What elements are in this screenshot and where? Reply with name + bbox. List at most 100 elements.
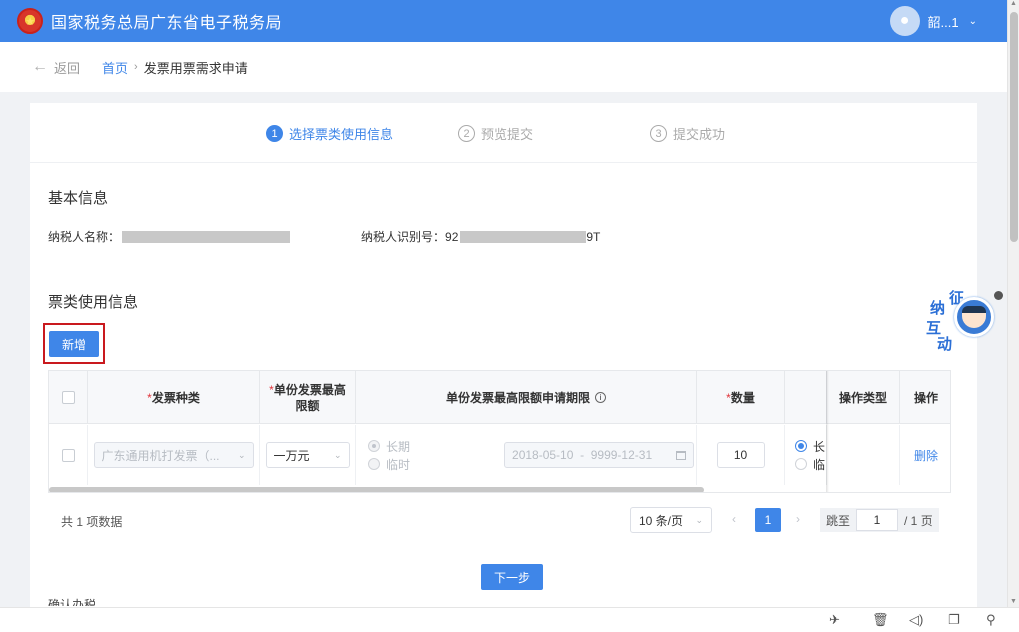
breadcrumb-current: 发票用票需求申请 (143, 60, 248, 76)
bottom-toolbar: ✈ 🗑 ◁) ❐ ⚲ (0, 607, 1019, 632)
period-temp-option[interactable]: 临时 (368, 455, 410, 473)
step-indicator: 1 选择票类使用信息 2 预览提交 3 提交成功 (30, 103, 977, 163)
qty-period-long-option[interactable]: 长 (795, 437, 825, 455)
max-amount-select[interactable]: 一万元 ⌄ (265, 442, 350, 468)
period-long-label: 长期 (386, 439, 411, 454)
main-card: 1 选择票类使用信息 2 预览提交 3 提交成功 基本信息 纳税人名称： 纳税人… (30, 103, 977, 608)
page-size-value: 10 条/页 (639, 513, 684, 528)
header-operation-label: 操作 (913, 390, 938, 405)
header-max-period: 单份发票最高限额申请期限 i (356, 371, 697, 424)
period-long-option[interactable]: 长期 (368, 437, 410, 455)
header-max-period-label: 单份发票最高限额申请期限 (445, 390, 590, 405)
arrow-left-icon: ← (32, 58, 48, 75)
page-size-select[interactable]: 10 条/页 ⌄ (630, 507, 712, 533)
invoice-type-select[interactable]: 广东通用机打发票（... ⌄ (93, 442, 254, 468)
header-max-amount-line2: 限额 (295, 398, 320, 413)
widget-close-icon[interactable] (994, 291, 1003, 300)
max-amount-cell: 一万元 ⌄ (260, 425, 356, 485)
calendar-icon (676, 450, 687, 460)
taxpayer-id-row: 纳税人识别号： 92 9T (361, 228, 600, 245)
select-all-checkbox[interactable] (61, 391, 75, 404)
qty-period-long-label: 长 (813, 439, 826, 454)
prev-page-icon[interactable]: ‹ (732, 512, 736, 526)
quantity-cell: 10 (697, 425, 785, 485)
date-range-value: 2018-05-10 - 9999-12-31 (512, 448, 653, 462)
radio-button[interactable] (795, 458, 807, 470)
redacted-taxpayer-name (122, 230, 291, 243)
rocket-icon[interactable]: ✈ (829, 612, 840, 628)
invoice-type-value: 广东通用机打发票（... (101, 448, 220, 463)
taxpayer-id-suffix: 9T (586, 229, 601, 244)
row-checkbox[interactable] (61, 448, 75, 462)
total-pages: / 1 页 (904, 513, 933, 528)
date-range-input[interactable]: 2018-05-10 - 9999-12-31 (504, 442, 695, 468)
add-button[interactable]: 新增 (49, 331, 99, 357)
user-name: 韶...1 (927, 14, 959, 30)
max-period-cell: 长期 临时 2018-05-10 - 9999-12-31 (356, 425, 697, 485)
window-icon[interactable]: ❐ (948, 612, 960, 628)
search-icon[interactable]: ⚲ (986, 612, 996, 628)
info-icon[interactable]: i (595, 392, 606, 403)
trash-icon[interactable]: 🗑 (872, 612, 889, 628)
speaker-icon[interactable]: ◁) (909, 612, 923, 628)
step-number: 1 (266, 125, 283, 142)
chevron-down-icon: ⌄ (333, 449, 342, 460)
qty-period-temp-option[interactable]: 临 (795, 455, 825, 473)
total-count: 共 1 项数据 (61, 515, 123, 529)
step-1: 1 选择票类使用信息 (266, 124, 393, 143)
taxpayer-id-prefix: 92 (445, 229, 459, 244)
service-widget[interactable]: 征 纳 互 动 (920, 287, 1003, 355)
radio-button[interactable] (368, 440, 380, 452)
next-step-button[interactable]: 下一步 (481, 564, 543, 590)
section-title-usage-info: 票类使用信息 (48, 294, 139, 311)
delete-link[interactable]: 删除 (914, 447, 938, 464)
header-invoice-type-label: 发票种类 (151, 390, 200, 405)
top-header: ★ 国家税务总局广东省电子税务局 ● 韶...1 ⌄ (0, 0, 1007, 42)
jump-page-input[interactable]: 1 (856, 509, 899, 531)
step-label: 提交成功 (673, 127, 726, 142)
back-label: 返回 (54, 60, 81, 76)
vertical-scrollbar[interactable]: ▲ ▼ (1007, 0, 1019, 607)
qty-period-radio-group: 长 临 (795, 437, 825, 473)
header-max-amount: *单份发票最高 限额 (260, 371, 356, 424)
invoice-table: *发票种类 *单份发票最高 限额 单份发票最高限额申请期限 i *数量 操作类型 … (48, 370, 951, 493)
quantity-input[interactable]: 10 (716, 442, 765, 468)
fixed-column-shadow (826, 371, 829, 492)
invoice-type-cell: 广东通用机打发票（... ⌄ (88, 425, 260, 485)
step-3: 3 提交成功 (650, 124, 725, 143)
page-1-button[interactable]: 1 (755, 508, 781, 532)
step-label: 预览提交 (481, 127, 534, 142)
radio-button[interactable] (368, 458, 380, 470)
row-select-cell (49, 425, 88, 485)
user-avatar-icon: ● (889, 6, 920, 36)
breadcrumb-home-link[interactable]: 首页 (102, 58, 128, 77)
chevron-down-icon: ⌄ (968, 15, 977, 27)
header-op-type-label: 操作类型 (838, 390, 887, 405)
step-number: 2 (458, 125, 475, 142)
scroll-up-icon[interactable]: ▲ (1010, 0, 1017, 7)
horizontal-scrollbar[interactable] (49, 487, 704, 492)
header-op-type: 操作类型 (827, 371, 900, 424)
qty-period-cell: 长 临 (785, 425, 827, 485)
header-invoice-type: *发票种类 (88, 371, 260, 424)
step-label: 选择票类使用信息 (289, 127, 394, 142)
user-menu[interactable]: ● 韶...1 ⌄ (889, 6, 977, 36)
op-type-cell (827, 425, 900, 485)
scroll-down-icon[interactable]: ▼ (1010, 598, 1017, 605)
tax-emblem-icon: ★ (17, 8, 43, 34)
redacted-taxpayer-id (460, 230, 587, 243)
scrollbar-thumb[interactable] (1010, 12, 1018, 242)
add-button-highlight: 新增 (43, 323, 105, 364)
header-extra (785, 371, 827, 424)
breadcrumb: ← 返回 首页 › 发票用票需求申请 (0, 42, 1007, 92)
radio-button[interactable] (795, 440, 807, 452)
period-temp-label: 临时 (386, 457, 411, 472)
qty-period-temp-label: 临 (813, 457, 826, 472)
chevron-down-icon: ⌄ (695, 514, 703, 525)
widget-char: 纳 (930, 300, 946, 317)
chevron-down-icon: ⌄ (237, 449, 246, 460)
back-button[interactable]: ← 返回 (32, 58, 80, 77)
next-page-icon[interactable]: › (796, 512, 800, 526)
header-max-amount-line1: 单份发票最高 (273, 382, 346, 397)
period-radio-group: 长期 临时 (368, 437, 410, 473)
